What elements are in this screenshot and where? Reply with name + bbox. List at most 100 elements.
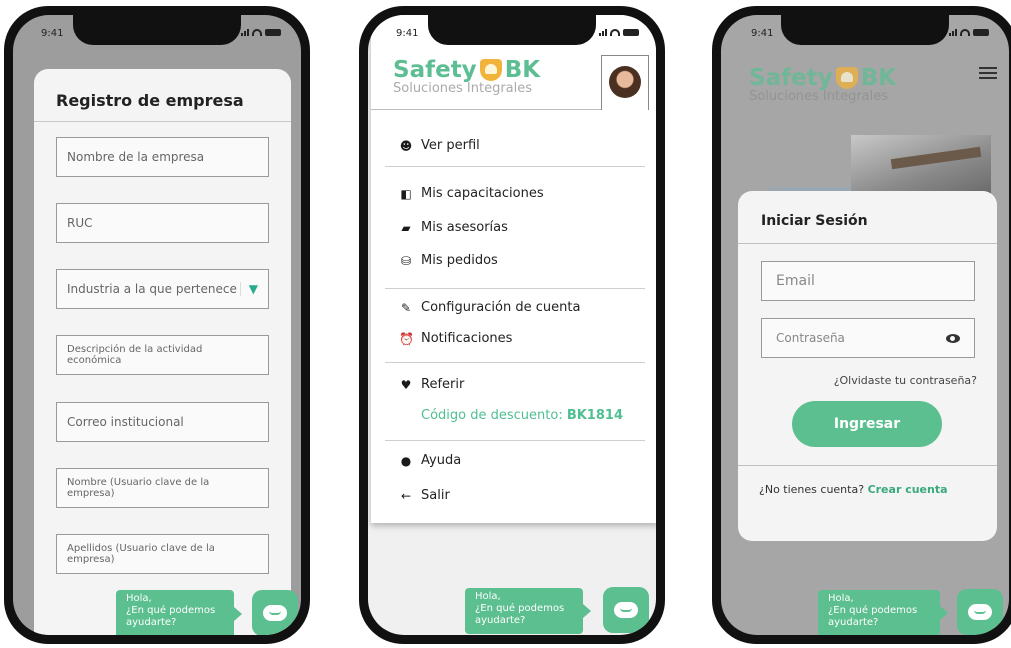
key-user-name-field[interactable]: Nombre (Usuario clave de la empresa)	[56, 468, 269, 508]
chat-line: ¿En qué podemos	[828, 605, 918, 616]
phone-login: 9:41 Safety BK Soluciones Integrales Ini…	[712, 6, 1011, 644]
brand-name-left: Safety	[749, 65, 833, 91]
chat-line: ayudarte?	[828, 617, 879, 628]
chat-button[interactable]	[603, 587, 649, 633]
status-icons	[599, 29, 639, 36]
battery-icon	[623, 29, 639, 36]
battery-icon	[973, 29, 989, 36]
menu-divider	[385, 288, 645, 289]
institutional-email-field[interactable]: Correo institucional	[56, 402, 269, 442]
menu-item-label: Salir	[421, 488, 450, 503]
signal-icon	[949, 29, 957, 36]
chat-line: Hola,	[126, 593, 152, 604]
notch	[428, 15, 596, 45]
avatar[interactable]	[609, 66, 641, 98]
hero-image	[851, 135, 991, 195]
brand-name-right: BK	[860, 65, 897, 91]
registro-title: Registro de empresa	[56, 91, 244, 110]
avatar-tab[interactable]	[601, 55, 649, 110]
chat-line: Hola,	[828, 593, 854, 604]
industry-select[interactable]: Industria a la que pertenece ▼	[56, 269, 269, 309]
header-divider	[371, 109, 602, 110]
chat-button[interactable]	[957, 589, 1003, 635]
discount-code: Código de descuento: BK1814	[421, 408, 623, 423]
wifi-icon	[252, 29, 262, 36]
menu-item-label: Notificaciones	[421, 331, 513, 346]
status-time: 9:41	[751, 28, 774, 39]
no-account-text: ¿No tienes cuenta?	[759, 483, 865, 496]
field-placeholder: Nombre de la empresa	[67, 150, 205, 164]
key-user-lastname-field[interactable]: Apellidos (Usuario clave de la empresa)	[56, 534, 269, 574]
battery-icon	[265, 29, 281, 36]
menu-item-capacitaciones[interactable]: ◧ Mis capacitaciones	[399, 186, 544, 201]
chat-line: ¿En qué podemos	[475, 603, 565, 614]
menu-item-ver-perfil[interactable]: ☻ Ver perfil	[399, 138, 480, 153]
field-placeholder: Descripción de la actividad económica	[67, 344, 203, 366]
menu-divider	[385, 362, 645, 363]
menu-panel: 9:41 Safety BK Soluciones Integrales ☻ V…	[371, 15, 656, 523]
menu-item-label: Mis capacitaciones	[421, 186, 544, 201]
menu-item-ayuda[interactable]: ● Ayuda	[399, 453, 461, 468]
menu-item-label: Configuración de cuenta	[421, 300, 581, 315]
signal-icon	[241, 29, 249, 36]
menu-item-salir[interactable]: ← Salir	[399, 488, 450, 503]
wifi-icon	[960, 29, 970, 36]
notch	[781, 15, 949, 45]
signal-icon	[599, 29, 607, 36]
caret-down-icon[interactable]: ▼	[239, 282, 258, 296]
menu-divider	[385, 440, 645, 441]
email-field[interactable]: Email	[761, 261, 975, 301]
brand-name-left: Safety	[393, 57, 477, 83]
company-name-field[interactable]: Nombre de la empresa	[56, 137, 269, 177]
menu-item-configuracion[interactable]: ✎ Configuración de cuenta	[399, 300, 580, 315]
activity-description-field[interactable]: Descripción de la actividad económica	[56, 335, 269, 375]
brand-subtitle: Soluciones Integrales	[393, 81, 533, 96]
brand-logo[interactable]: Safety BK Soluciones Integrales	[393, 57, 540, 96]
brand-name-right: BK	[504, 57, 541, 83]
phone-registro: 9:41 Registro de empresa Nombre de la em…	[4, 6, 310, 644]
discount-label: Código de descuento:	[421, 408, 567, 423]
status-time: 9:41	[396, 28, 419, 39]
discount-code-value: BK1814	[566, 408, 623, 423]
heart-icon: ♥	[400, 377, 412, 392]
status-time: 9:41	[41, 28, 64, 39]
chat-icon	[263, 605, 287, 621]
divider	[34, 121, 291, 122]
login-title: Iniciar Sesión	[761, 213, 868, 229]
status-icons	[949, 29, 989, 36]
chat-greeting-bubble[interactable]: Hola, ¿En qué podemos ayudarte?	[116, 590, 234, 635]
shield-icon	[479, 59, 502, 81]
phone-screen: 9:41 Registro de empresa Nombre de la em…	[13, 15, 301, 635]
password-field[interactable]: Contraseña	[761, 318, 975, 358]
divider	[738, 465, 997, 466]
create-account-link[interactable]: Crear cuenta	[868, 483, 948, 496]
menu-item-label: Ayuda	[421, 453, 462, 468]
menu-item-notificaciones[interactable]: ⏰ Notificaciones	[399, 331, 512, 346]
smiley-icon: ☻	[399, 138, 413, 153]
forgot-password-link[interactable]: ¿Olvidaste tu contraseña?	[834, 374, 977, 387]
photo-detail	[890, 146, 982, 170]
menu-item-asesorias[interactable]: ▰ Mis asesorías	[399, 220, 508, 235]
chat-button[interactable]	[252, 590, 298, 635]
chat-greeting-bubble[interactable]: Hola, ¿En qué podemos ayudarte?	[818, 590, 940, 635]
ingresar-button[interactable]: Ingresar	[792, 401, 942, 447]
brand-logo[interactable]: Safety BK Soluciones Integrales	[749, 65, 896, 104]
menu-item-referir[interactable]: ♥ Referir	[399, 377, 465, 392]
menu-item-pedidos[interactable]: ⛁ Mis pedidos	[399, 253, 498, 268]
phone-screen: 9:41 Safety BK Soluciones Integrales Ini…	[721, 15, 1009, 635]
ruc-field[interactable]: RUC	[56, 203, 269, 243]
chat-line: ¿En qué podemos	[126, 605, 216, 616]
chat-greeting-bubble[interactable]: Hola, ¿En qué podemos ayudarte?	[465, 588, 583, 634]
book-icon: ◧	[400, 186, 412, 201]
status-icons	[241, 29, 281, 36]
wifi-icon	[610, 29, 620, 36]
chat-icon	[614, 602, 638, 618]
chat-line: ayudarte?	[126, 617, 177, 628]
basket-icon: ⛁	[400, 253, 412, 268]
hamburger-menu-icon[interactable]	[979, 67, 997, 79]
eye-icon[interactable]	[946, 333, 960, 343]
menu-item-label: Mis pedidos	[421, 253, 498, 268]
wrench-icon: ✎	[400, 300, 412, 315]
brand-subtitle: Soluciones Integrales	[749, 89, 889, 104]
no-account-row: ¿No tienes cuenta? Crear cuenta	[759, 483, 948, 496]
